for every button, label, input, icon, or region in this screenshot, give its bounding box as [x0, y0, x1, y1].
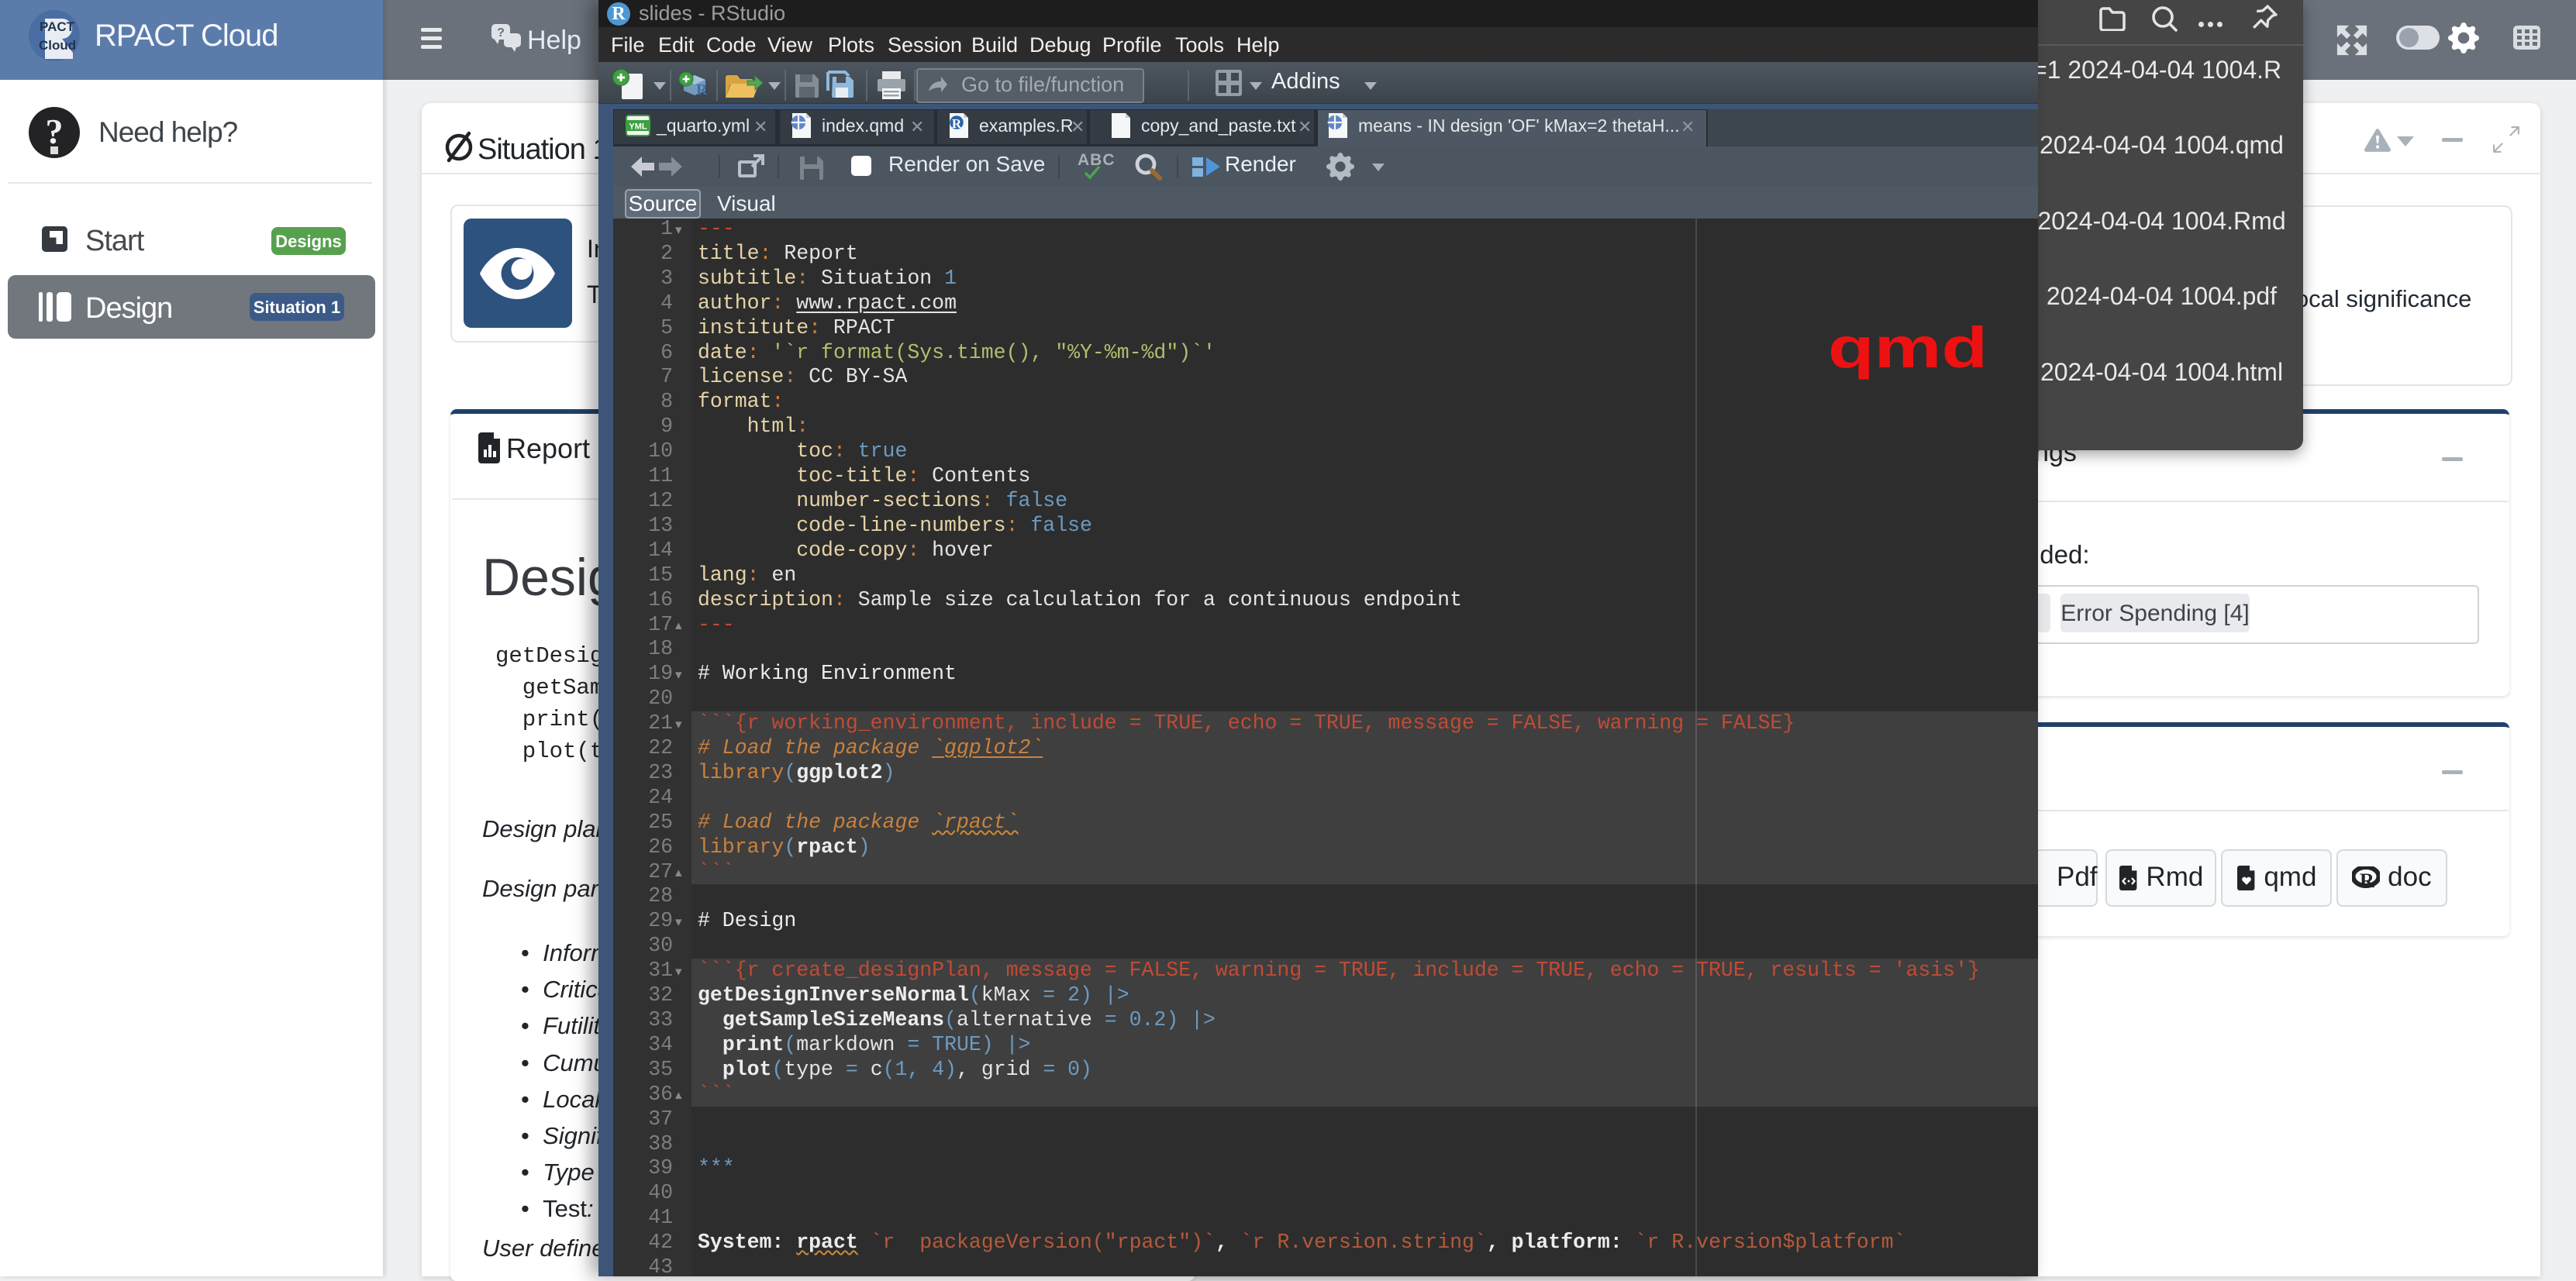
svg-text:Cloud: Cloud: [39, 38, 76, 53]
svg-text:YML: YML: [629, 122, 647, 132]
svg-text:R: R: [952, 116, 962, 131]
svg-text:PACT: PACT: [40, 19, 75, 34]
svg-text:?: ?: [497, 26, 505, 40]
svg-text:?: ?: [46, 112, 64, 151]
svg-text:R: R: [696, 81, 708, 98]
svg-text:R: R: [2360, 869, 2374, 890]
